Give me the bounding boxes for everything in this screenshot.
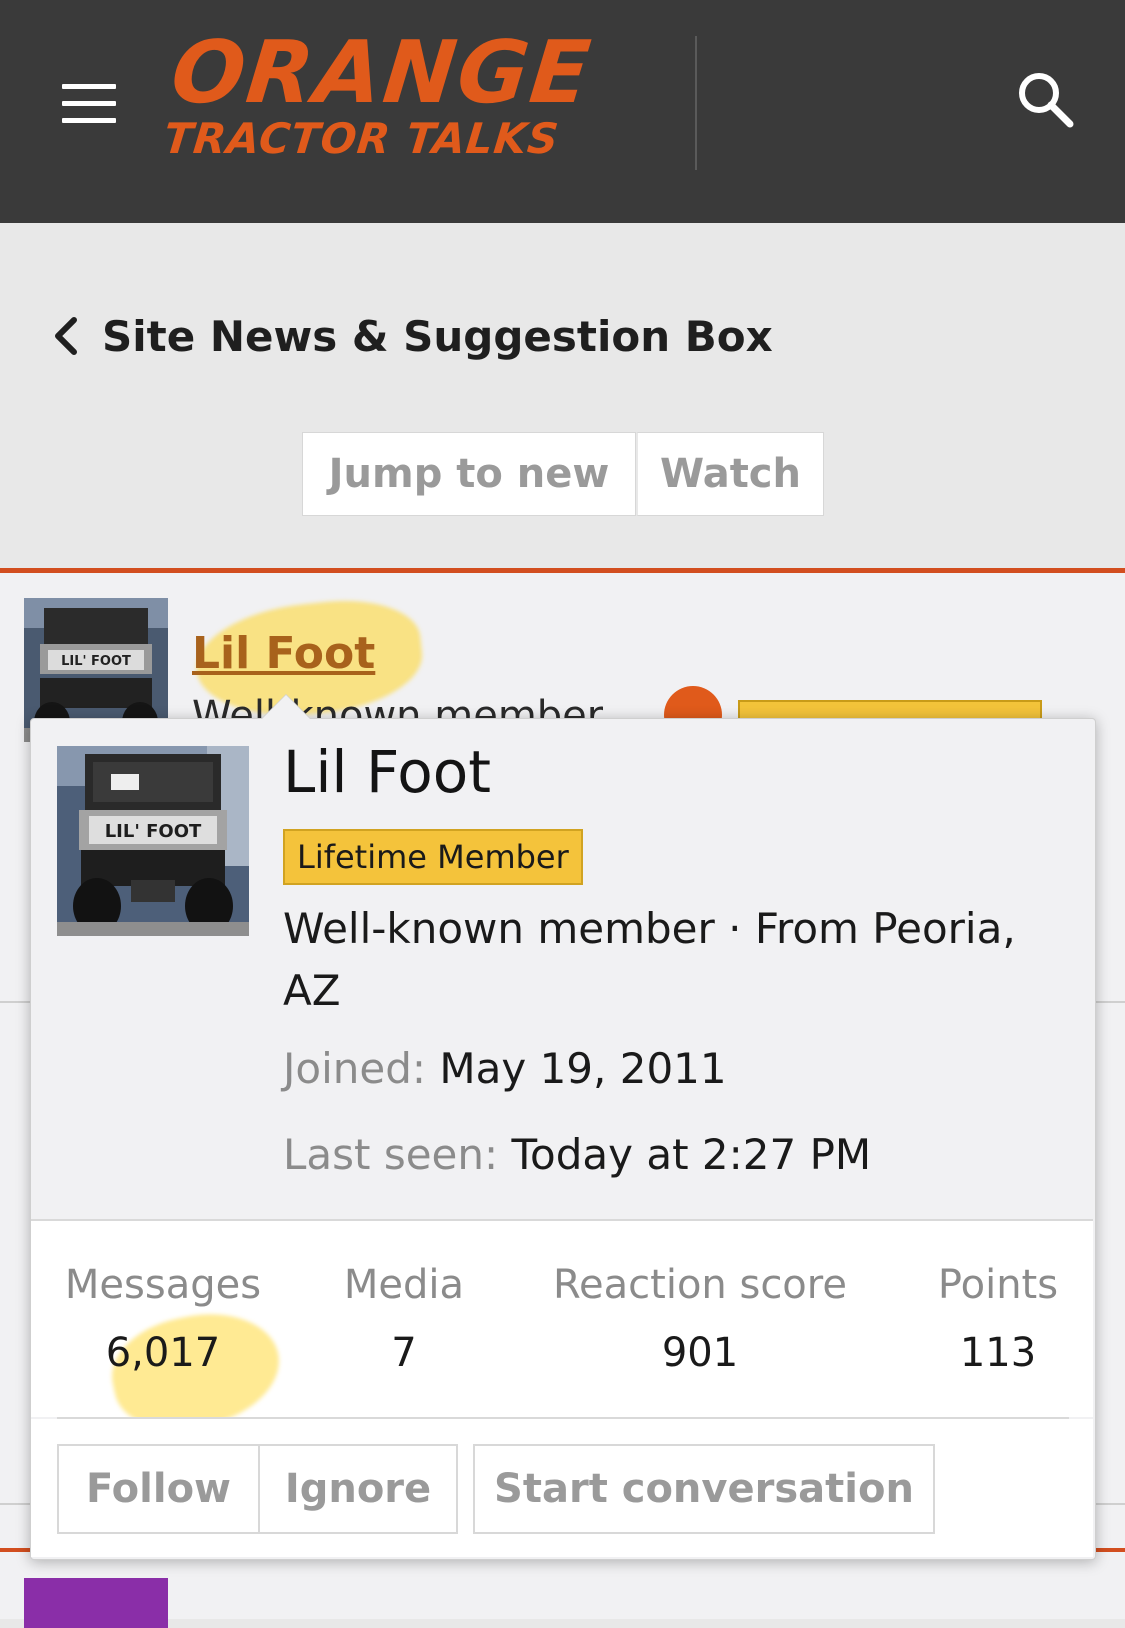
joined-label: Joined: — [283, 1044, 427, 1093]
stat-label: Reaction score — [553, 1262, 847, 1308]
stat-value: 6,017 — [105, 1330, 221, 1376]
svg-text:LIL' FOOT: LIL' FOOT — [61, 654, 131, 669]
stat-value: 113 — [959, 1330, 1037, 1376]
stat-media[interactable]: Media 7 — [334, 1262, 474, 1376]
header-divider — [695, 36, 697, 170]
svg-text:LIL' FOOT: LIL' FOOT — [105, 821, 202, 842]
logo-wordmark-top: ORANGE — [166, 23, 597, 123]
member-avatar[interactable]: LIL' FOOT — [57, 746, 249, 936]
stat-label: Media — [343, 1262, 465, 1308]
stat-value: 901 — [661, 1330, 739, 1376]
breadcrumb-label: Site News & Suggestion Box — [102, 311, 773, 361]
last-seen-value: Today at 2:27 PM — [511, 1130, 872, 1179]
stat-label: Messages — [64, 1262, 262, 1308]
follow-button[interactable]: Follow — [57, 1444, 260, 1534]
page-nav-area — [0, 223, 1125, 568]
member-joined: Joined: May 19, 2011 — [283, 1044, 727, 1093]
member-name[interactable]: Lil Foot — [283, 738, 491, 806]
logo-wordmark-bottom: TRACTOR TALKS — [161, 114, 562, 163]
thread-toolbar: Jump to new Watch — [302, 432, 824, 516]
post-user-title: Well-known member — [192, 693, 604, 718]
stat-points[interactable]: Points 113 — [928, 1262, 1068, 1376]
member-last-seen: Last seen: Today at 2:27 PM — [283, 1130, 871, 1179]
stat-value: 7 — [391, 1330, 417, 1376]
site-logo[interactable]: ORANGE TRACTOR TALKS — [160, 23, 660, 168]
member-title-line: Well-known member · From Peoria, AZ — [283, 898, 1073, 1022]
watch-button[interactable]: Watch — [636, 432, 824, 516]
next-post-avatar[interactable] — [24, 1578, 168, 1628]
site-header: ORANGE TRACTOR TALKS — [0, 0, 1125, 223]
tooltip-arrow — [262, 695, 310, 719]
chevron-left-icon — [55, 317, 77, 355]
stat-reaction-score[interactable]: Reaction score 901 — [538, 1262, 862, 1376]
ignore-button[interactable]: Ignore — [258, 1444, 458, 1534]
hamburger-menu-icon[interactable] — [62, 84, 118, 124]
stat-label: Points — [937, 1262, 1059, 1308]
last-seen-label: Last seen: — [283, 1130, 499, 1179]
stat-messages[interactable]: Messages 6,017 — [57, 1262, 269, 1376]
jump-to-new-button[interactable]: Jump to new — [302, 432, 636, 516]
start-conversation-button[interactable]: Start conversation — [473, 1444, 935, 1534]
member-title: Well-known member — [283, 904, 715, 953]
title-separator: · — [728, 904, 742, 953]
post-username-link[interactable]: Lil Foot — [192, 628, 375, 679]
search-icon[interactable] — [1016, 70, 1076, 130]
breadcrumb[interactable]: Site News & Suggestion Box — [52, 308, 773, 364]
member-badge: Lifetime Member — [283, 829, 583, 885]
joined-value: May 19, 2011 — [439, 1044, 727, 1093]
